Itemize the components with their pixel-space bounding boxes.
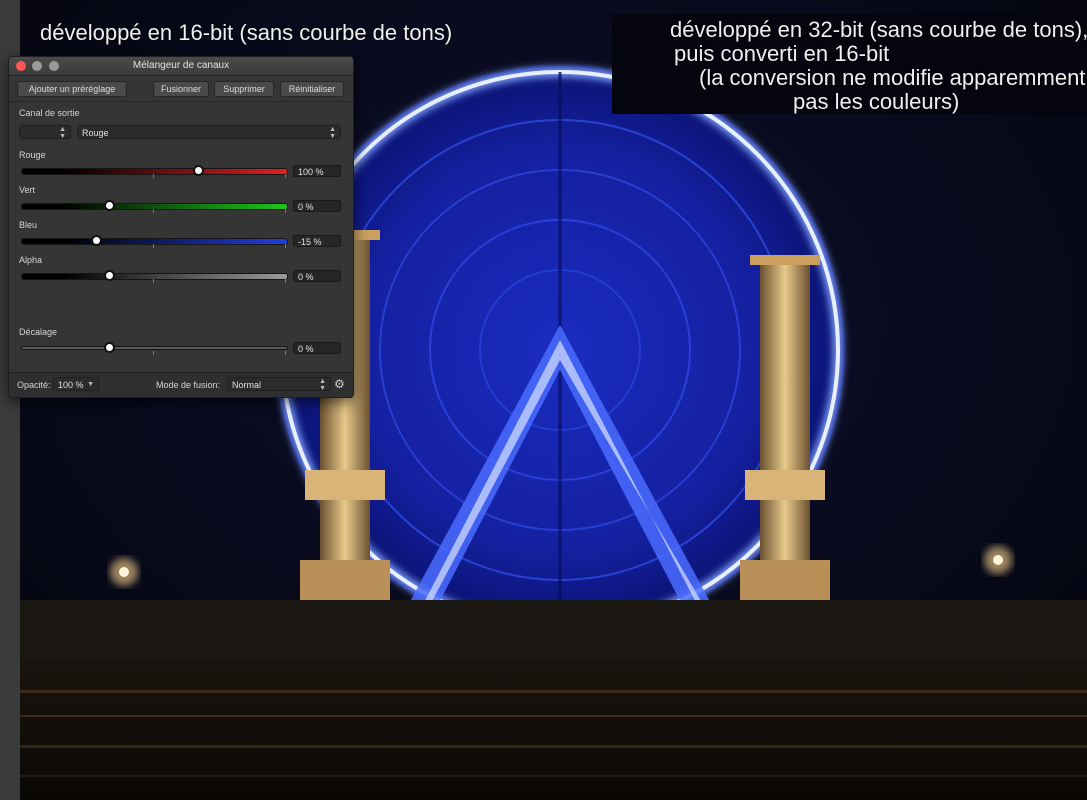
gear-icon[interactable]: ⚙ (334, 377, 345, 391)
caption-right: développé en 32-bit (sans courbe de tons… (612, 14, 1087, 114)
rouge-value-field[interactable]: 100 % (293, 165, 341, 177)
output-channel-value: Rouge (82, 128, 109, 138)
offset-value-field[interactable]: 0 % (293, 342, 341, 354)
center-tick (153, 351, 154, 355)
blend-mode-label: Mode de fusion: (156, 380, 221, 390)
vert-slider[interactable] (21, 203, 288, 210)
bleu-slider-handle[interactable] (91, 235, 103, 246)
panel-title: Mélangeur de canaux (132, 60, 230, 71)
panel-titlebar[interactable]: Mélangeur de canaux (9, 57, 353, 76)
delete-button[interactable]: Supprimer (214, 81, 274, 97)
stepper-arrows-icon: ▲ ▼ (59, 126, 66, 140)
offset-slider[interactable] (21, 346, 288, 350)
alpha-value-field[interactable]: 0 % (293, 270, 341, 282)
channel-label: Vert (19, 185, 36, 195)
center-tick (153, 209, 154, 213)
opacity-label: Opacité: (17, 380, 51, 390)
merge-button[interactable]: Fusionner (153, 81, 209, 97)
channel-label: Bleu (19, 220, 38, 230)
caption-right-line-1: développé en 32-bit (sans courbe de tons… (670, 17, 1087, 42)
opacity-select[interactable]: 100 % ▼ (53, 377, 99, 391)
blend-mode-select[interactable]: Normal ▲ ▼ (227, 377, 331, 392)
center-tick (153, 244, 154, 248)
caption-right-line-3: (la conversion ne modifie apparemment (699, 65, 1086, 90)
rouge-slider-handle[interactable] (192, 165, 204, 176)
end-tick (285, 174, 286, 178)
vert-value-field[interactable]: 0 % (293, 200, 341, 212)
blend-mode-value: Normal (232, 380, 262, 390)
reset-button[interactable]: Réinitialiser (280, 81, 344, 97)
channel-label: Alpha (19, 255, 43, 265)
bleu-slider[interactable] (21, 238, 288, 245)
alpha-slider[interactable] (21, 273, 288, 280)
output-channel-aux-select[interactable]: ▲ ▼ (19, 125, 71, 140)
center-tick (153, 279, 154, 283)
caption-right-line-2: puis converti en 16-bit (674, 41, 890, 66)
offset-label: Décalage (19, 327, 58, 337)
caption-left: développé en 16-bit (sans courbe de tons… (40, 20, 453, 45)
channel-mixer-panel: Mélangeur de canaux Ajouter un préréglag… (8, 56, 354, 398)
center-tick (153, 174, 154, 178)
add-preset-button[interactable]: Ajouter un préréglage (17, 81, 127, 97)
select-arrows-icon: ▲ ▼ (319, 378, 326, 392)
output-channel-label: Canal de sortie (19, 108, 80, 118)
bleu-value-field[interactable]: -15 % (293, 235, 341, 247)
rouge-slider[interactable] (21, 168, 288, 175)
panel-footer: Opacité: 100 % ▼ Mode de fusion: Normal … (9, 372, 353, 397)
end-tick (285, 351, 286, 355)
opacity-value: 100 % (58, 380, 84, 390)
end-tick (285, 244, 286, 248)
end-tick (285, 279, 286, 283)
caption-right-line-4: pas les couleurs) (793, 89, 960, 114)
output-channel-select[interactable]: Rouge ▲ ▼ (77, 125, 341, 140)
channel-label: Rouge (19, 150, 46, 160)
offset-slider-handle[interactable] (104, 342, 116, 353)
end-tick (285, 209, 286, 213)
divider (9, 101, 353, 102)
dropdown-arrow-icon: ▼ (87, 381, 94, 388)
select-arrows-icon: ▲ ▼ (329, 126, 336, 140)
